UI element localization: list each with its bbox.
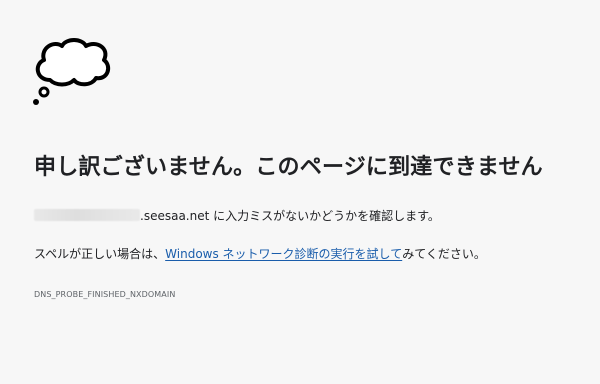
redacted-hostname: [34, 209, 140, 221]
suggestion-prefix: スペルが正しい場合は、: [34, 247, 166, 261]
host-suffix: .seesaa.net: [140, 209, 210, 223]
check-typo-text: に入力ミスがないかどうかを確認します。: [209, 209, 440, 223]
error-code: DNS_PROBE_FINISHED_NXDOMAIN: [34, 290, 176, 299]
suggestion-suffix: みてください。: [402, 247, 486, 261]
network-diagnostics-link[interactable]: Windows ネットワーク診断の実行を試して: [165, 247, 402, 261]
thought-bubble-cloud-icon: [33, 38, 111, 105]
page-title: 申し訳ございません。このページに到達できません: [34, 155, 543, 180]
check-typo-message: .seesaa.net に入力ミスがないかどうかを確認します。: [34, 206, 440, 226]
diagnostics-suggestion: スペルが正しい場合は、Windows ネットワーク診断の実行を試してみてください…: [34, 244, 486, 264]
error-page: 申し訳ございません。このページに到達できません .seesaa.net に入力ミ…: [0, 0, 600, 384]
